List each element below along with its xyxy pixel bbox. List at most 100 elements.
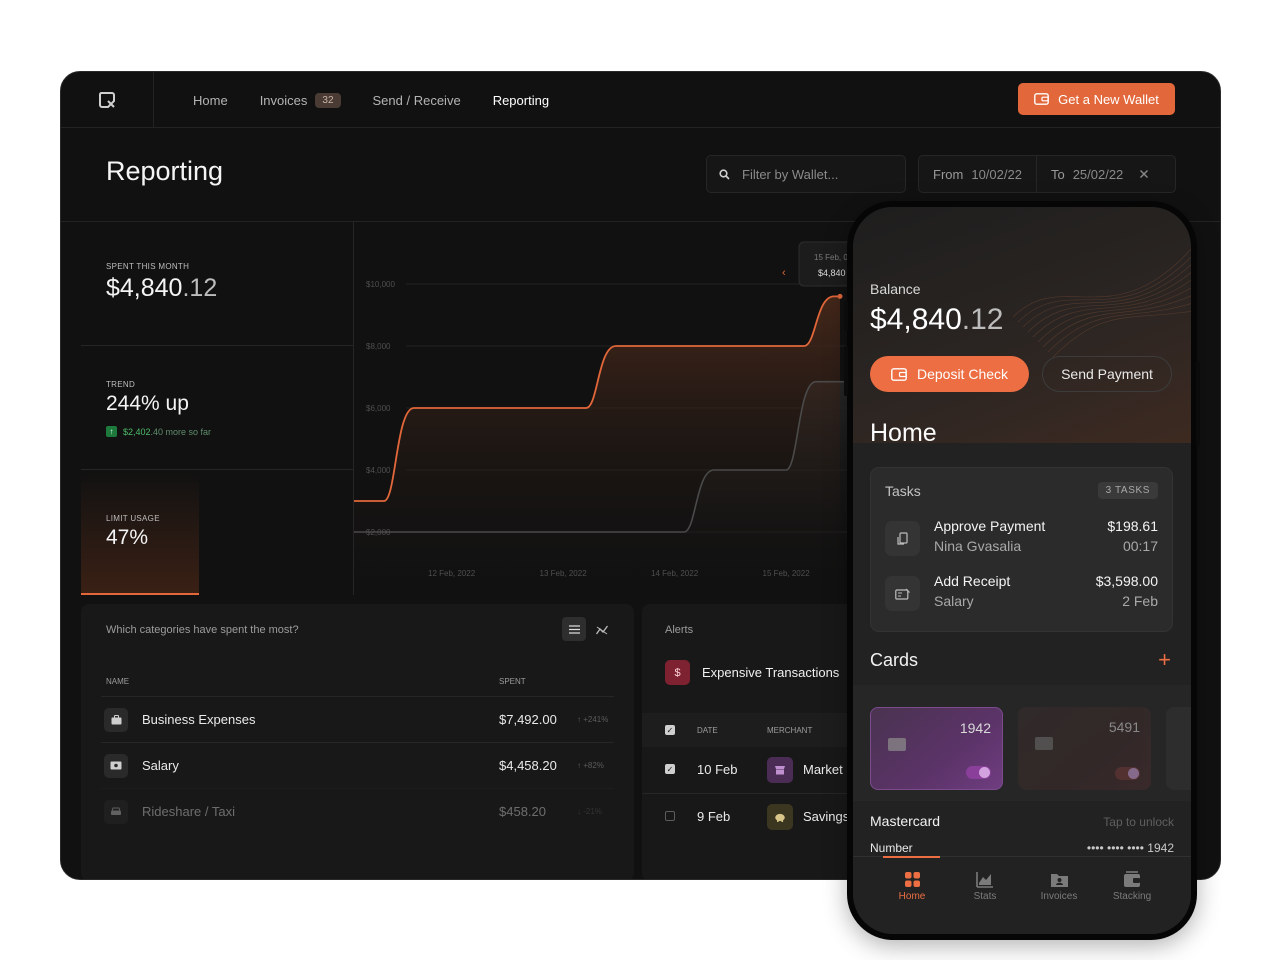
chart-tooltip: 15 Feb, 0 $4,840 ‹ (782, 241, 860, 287)
tab-stats-label: Stats (973, 891, 997, 902)
date-from-label: From (933, 166, 964, 182)
trend-value: 244% up (106, 392, 189, 415)
x-tick-label: 15 Feb, 2022 (763, 569, 811, 578)
clear-date-icon[interactable] (1139, 169, 1149, 179)
trend-stat: TREND 244% up ↑ $2,402.40 more so far (81, 346, 354, 470)
category-row[interactable]: Rideshare / Taxi $458.20 ↓ -21% (101, 788, 614, 834)
home-title: Home (870, 419, 937, 447)
col-name-header: NAME (106, 677, 130, 686)
nav-invoices[interactable]: Invoices 32 (260, 92, 341, 108)
task-title: Add Receipt (934, 573, 1011, 589)
card-chip (1035, 737, 1053, 750)
task-item[interactable]: Approve Payment Nina Gvasalia $198.61 00… (885, 518, 1158, 560)
chart-view-button[interactable] (590, 617, 614, 641)
y-tick-label: $8,000 (366, 342, 391, 351)
card-name: Mastercard (870, 813, 941, 829)
card-1942[interactable]: 1942 (870, 707, 1003, 790)
alert-merchant: Savings (803, 809, 850, 824)
card-peek[interactable] (1166, 707, 1191, 790)
task-subtitle: Salary (934, 593, 974, 609)
logo[interactable] (61, 72, 154, 128)
task-subtitle: Nina Gvasalia (934, 538, 1022, 554)
category-amount: $7,492.00 (499, 712, 557, 727)
trend-delta: ↑ $2,402.40 more so far (106, 426, 354, 437)
tab-stats[interactable]: Stats (948, 871, 1022, 902)
add-card-icon[interactable]: + (1158, 647, 1171, 673)
card-5491[interactable]: 5491 (1018, 707, 1151, 790)
col-date-header: DATE (697, 726, 718, 735)
cards-title: Cards (870, 650, 919, 670)
series-area-primary (354, 296, 840, 595)
expensive-transactions-item[interactable]: $ Expensive Transactions (665, 660, 839, 685)
nav-reporting-label: Reporting (492, 92, 550, 108)
cards-carousel[interactable]: 1942 5491 (853, 685, 1191, 801)
row-checkbox[interactable]: ✓ (665, 764, 675, 774)
spent-dec: .12 (182, 274, 218, 302)
task-title: Approve Payment (934, 518, 1046, 534)
send-payment-label: Send Payment (1061, 366, 1153, 382)
send-payment-button[interactable]: Send Payment (1042, 356, 1172, 392)
balance-int: $4,840 (870, 303, 962, 336)
spent-int: $4,840 (106, 274, 183, 302)
card-toggle[interactable] (1115, 767, 1140, 780)
tab-invoices[interactable]: Invoices (1022, 871, 1096, 902)
task-detail: 00:17 (1122, 538, 1158, 554)
alert-merchant: Market (803, 762, 843, 777)
wallet-icon (1034, 93, 1050, 105)
deposit-check-label: Deposit Check (916, 366, 1009, 382)
date-from[interactable]: From 10/02/22 (919, 156, 1036, 192)
tab-stacking[interactable]: Stacking (1095, 871, 1169, 902)
tasks-count-badge: 3 TASKS (1097, 482, 1158, 499)
phone-screen: Balance $4,840.12 Deposit Check Send Pay… (853, 207, 1191, 934)
stats-icon (976, 872, 993, 888)
tab-home[interactable]: Home (875, 871, 949, 902)
invoices-count-badge: 32 (315, 92, 341, 108)
card-toggle[interactable] (966, 766, 991, 779)
spent-stat: SPENT THIS MONTH $4,840.12 (81, 222, 354, 346)
date-to-value: 25/02/22 (1072, 166, 1124, 182)
limit-stat: LIMIT USAGE 47% (81, 470, 354, 595)
briefcase-icon (104, 707, 128, 732)
task-item[interactable]: Add Receipt Salary $3,598.00 2 Feb (885, 573, 1158, 615)
list-view-button[interactable] (562, 617, 586, 641)
balance-value: $4,840.12 (870, 303, 1003, 337)
card-number: 1942 (959, 720, 991, 736)
nav-reporting[interactable]: Reporting (493, 93, 549, 108)
date-to[interactable]: To 25/02/22 (1035, 156, 1163, 192)
category-row[interactable]: Salary $4,458.20 ↑ +82% (101, 742, 614, 788)
wallet-filter-input[interactable]: Filter by Wallet... (706, 155, 906, 193)
chart-line-icon (596, 625, 608, 634)
tap-to-unlock-hint[interactable]: Tap to unlock (1103, 815, 1174, 829)
x-tick-label: 14 Feb, 2022 (651, 569, 699, 578)
trend-amount: $2,402 (123, 426, 151, 437)
date-to-label: To (1050, 166, 1065, 182)
deposit-check-button[interactable]: Deposit Check (870, 356, 1029, 392)
date-range-picker[interactable]: From 10/02/22 To 25/02/22 (918, 155, 1176, 193)
row-checkbox[interactable] (665, 811, 675, 821)
active-tab-indicator (883, 856, 940, 858)
nav-home[interactable]: Home (193, 93, 228, 108)
tasks-title: Tasks (885, 483, 921, 499)
get-new-wallet-button[interactable]: Get a New Wallet (1018, 83, 1175, 115)
approve-payment-icon (885, 521, 920, 556)
alert-date: 9 Feb (697, 809, 731, 824)
bottom-tab-bar: Home Stats Invoices Stacking (853, 856, 1191, 934)
phone-side-button (1196, 361, 1200, 446)
spending-chart: $10,000 $8,000 $6,000 $4,000 $2,000 12 Feb, 2… (354, 222, 860, 595)
limit-value: 47% (106, 526, 149, 549)
categories-question: Which categories have spent the most? (106, 624, 299, 636)
y-tick-label: $10,000 (366, 280, 395, 289)
select-all-checkbox[interactable]: ✓ (665, 725, 675, 735)
nav-send-receive[interactable]: Send / Receive (373, 93, 461, 108)
tooltip-prev-icon[interactable]: ‹ (782, 267, 786, 279)
balance-label: Balance (870, 281, 921, 297)
phone-side-button (844, 346, 848, 396)
receipt-icon (885, 576, 920, 611)
nav-send-receive-label: Send / Receive (372, 92, 461, 108)
card-number-label: Number (870, 841, 913, 855)
dollar-icon: $ (665, 660, 690, 685)
view-toggle (562, 617, 614, 641)
chart-svg: $10,000 $8,000 $6,000 $4,000 $2,000 12 Feb, 2… (354, 241, 860, 595)
top-nav: Home Invoices 32 Send / Receive Reporting… (61, 72, 1220, 128)
category-row[interactable]: Business Expenses $7,492.00 ↑ +241% (101, 696, 614, 742)
